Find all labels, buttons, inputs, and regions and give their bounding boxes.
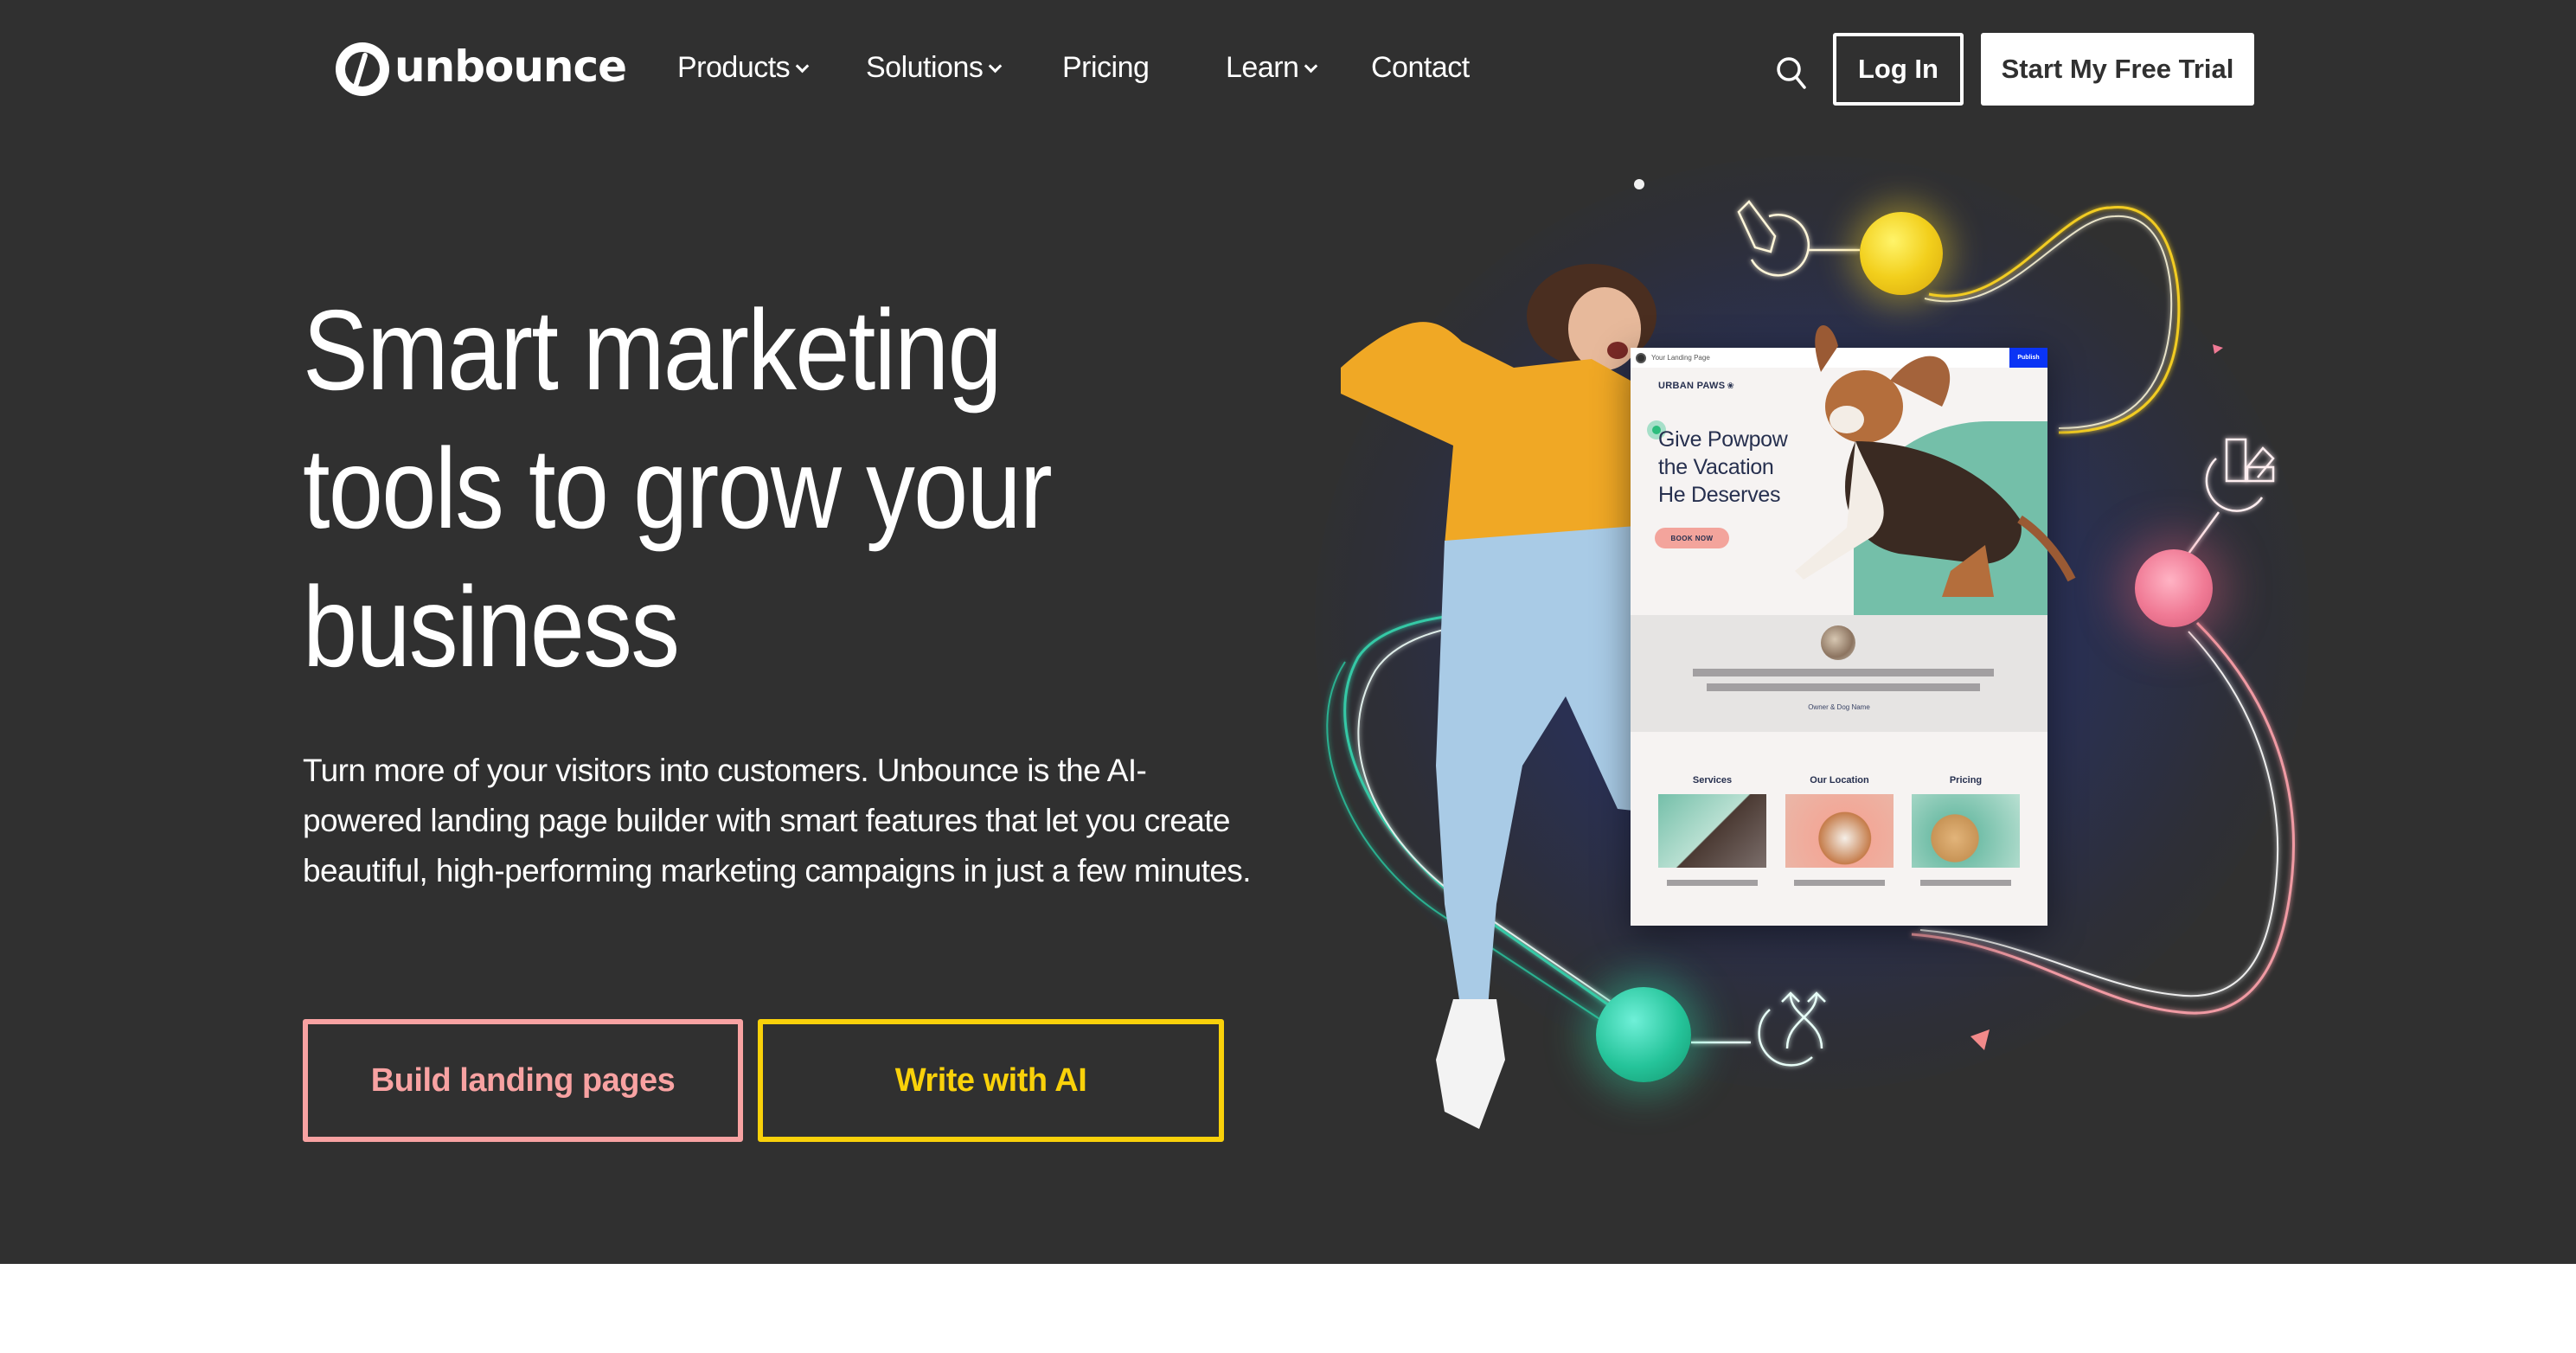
mockup-dog-image: [1658, 794, 1766, 868]
mockup-column-location: Our Location: [1785, 775, 1894, 886]
mockup-avatar: [1821, 625, 1855, 660]
mockup-dog-image: [1912, 794, 2020, 868]
mockup-placeholder-line: [1920, 880, 2011, 886]
build-landing-pages-button[interactable]: Build landing pages: [303, 1019, 743, 1142]
nav-pricing[interactable]: Pricing: [1062, 45, 1150, 90]
login-button[interactable]: Log In: [1833, 33, 1964, 106]
mockup-brand: URBAN PAWS ❀: [1658, 381, 1735, 391]
dog-illustration: [1795, 325, 2076, 597]
mockup-logo-icon: [1636, 352, 1646, 363]
search-icon: [1777, 57, 1806, 89]
brand-name: unbounce: [394, 42, 627, 92]
search-button[interactable]: [1775, 55, 1808, 90]
start-free-trial-button[interactable]: Start My Free Trial: [1981, 33, 2254, 106]
mockup-placeholder-line: [1693, 669, 1994, 676]
chevron-down-icon: [795, 59, 810, 73]
mockup-page-title: Your Landing Page: [1651, 354, 1710, 362]
mockup-column-services: Services: [1658, 775, 1766, 886]
mockup-dog-image: [1785, 794, 1894, 868]
mockup-book-now-button: BOOK NOW: [1655, 528, 1729, 548]
mockup-testimonial: Owner & Dog Name: [1631, 615, 2047, 732]
chevron-down-icon: [989, 59, 1003, 73]
pink-orb: [2135, 549, 2213, 627]
nav-solutions[interactable]: Solutions: [866, 45, 1003, 90]
unbounce-logo-icon: [336, 42, 389, 96]
hero-headline: Smart marketing tools to grow your busin…: [303, 286, 1053, 690]
unbounce-logo[interactable]: unbounce: [336, 41, 627, 98]
mockup-owner-name: Owner & Dog Name: [1808, 703, 1870, 711]
green-orb: [1596, 987, 1691, 1082]
nav-contact[interactable]: Contact: [1371, 45, 1470, 90]
mockup-placeholder-line: [1707, 683, 1980, 691]
mockup-placeholder-line: [1667, 880, 1758, 886]
chevron-down-icon: [1304, 59, 1318, 73]
mockup-column-pricing: Pricing: [1912, 775, 2020, 886]
write-with-ai-button[interactable]: Write with AI: [758, 1019, 1224, 1142]
hero-subcopy: Turn more of your visitors into customer…: [303, 753, 1251, 888]
nav-learn[interactable]: Learn: [1226, 45, 1318, 90]
mockup-placeholder-line: [1794, 880, 1885, 886]
next-section: [0, 1264, 2576, 1353]
nav-products[interactable]: Products: [677, 45, 810, 90]
yellow-orb: [1860, 212, 1943, 295]
